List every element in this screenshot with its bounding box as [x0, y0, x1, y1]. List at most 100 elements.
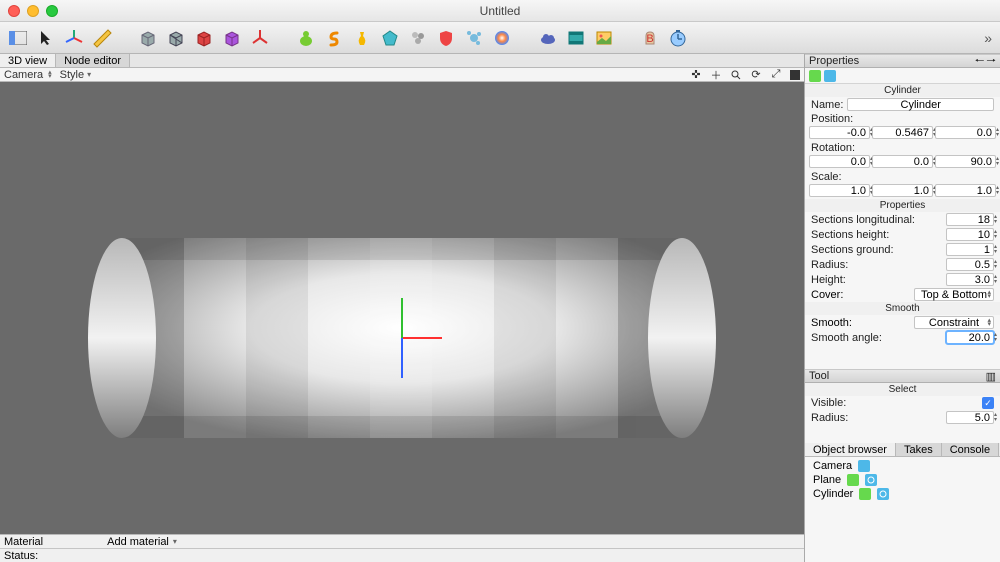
stepper-icon[interactable]: ▴▾ — [994, 259, 1000, 270]
scale-y[interactable]: 1.0▴▾ — [872, 184, 933, 197]
toolbar-overflow-icon[interactable]: » — [984, 30, 992, 46]
style-dropdown[interactable]: Style▾ — [60, 69, 91, 81]
tab-takes[interactable]: Takes — [896, 443, 942, 456]
stepper-icon[interactable]: ▴▾ — [994, 229, 1000, 240]
cloud-blue-icon[interactable] — [536, 26, 560, 50]
cover-label: Cover: — [811, 289, 910, 301]
stepper-icon[interactable]: ▴▾ — [994, 274, 1000, 285]
cube-purple-icon[interactable] — [220, 26, 244, 50]
mesh-mode-icon[interactable] — [824, 70, 836, 82]
sidebar-toggle-icon[interactable] — [6, 26, 30, 50]
smooth-select[interactable]: Constraint▴▾ — [914, 316, 994, 329]
shield-red-icon[interactable] — [434, 26, 458, 50]
object-name: Plane — [813, 474, 841, 486]
tool-radius-field[interactable]: 5.0▴▾ — [946, 411, 994, 424]
rotation-z[interactable]: 90.0▴▾ — [935, 155, 996, 168]
gem-teal-icon[interactable] — [378, 26, 402, 50]
position-z[interactable]: 0.0▴▾ — [935, 126, 996, 139]
nav-back-icon[interactable]: 🠐 — [975, 52, 985, 71]
axis-tool-icon[interactable] — [62, 26, 86, 50]
tab-3d-view[interactable]: 3D view — [0, 54, 56, 67]
picture-icon[interactable] — [592, 26, 616, 50]
stepper-icon[interactable]: ▴▾ — [994, 412, 1000, 423]
stepper-icon[interactable]: ▴▾ — [994, 332, 1000, 343]
magnify-icon[interactable] — [730, 69, 742, 81]
name-field[interactable]: Cylinder — [847, 98, 994, 111]
ruler-mini-icon[interactable]: ▥ — [986, 370, 996, 383]
camera-dropdown[interactable]: Camera▴▾ — [4, 69, 52, 81]
expand-icon[interactable]: ⤢ — [770, 69, 782, 81]
solid-square-icon[interactable] — [790, 70, 800, 80]
s-orange-icon[interactable] — [322, 26, 346, 50]
updown-icon: ▴▾ — [987, 291, 991, 299]
target-icon[interactable]: ✜ — [690, 69, 702, 81]
object-color-icon — [847, 474, 859, 486]
cube-gray-icon[interactable] — [136, 26, 160, 50]
chevron-down-icon: ▾ — [87, 70, 91, 79]
select-tool-icon[interactable] — [34, 26, 58, 50]
object-name: Cylinder — [813, 488, 853, 500]
ruler-tool-icon[interactable] — [90, 26, 114, 50]
plus-icon[interactable]: ＋ — [710, 69, 722, 81]
rotate-icon[interactable]: ⟳ — [750, 69, 762, 81]
smooth-title: Smooth — [805, 302, 1000, 315]
list-item[interactable]: Plane — [805, 473, 1000, 487]
position-x[interactable]: -0.0▴▾ — [809, 126, 870, 139]
browser-tabs: Object browser Takes Console — [805, 443, 1000, 457]
tool-radius-label: Radius: — [811, 412, 942, 424]
vase-yellow-icon[interactable] — [350, 26, 374, 50]
stepper-icon[interactable]: ▴▾ — [996, 156, 1000, 167]
sections-ground-label: Sections ground: — [811, 244, 942, 256]
list-item[interactable]: Camera — [805, 459, 1000, 473]
film-icon[interactable] — [564, 26, 588, 50]
rotation-y[interactable]: 0.0▴▾ — [872, 155, 933, 168]
position-label: Position: — [811, 113, 853, 125]
object-type-title: Cylinder — [805, 84, 1000, 97]
material-label: Material — [4, 536, 43, 548]
visible-label: Visible: — [811, 397, 978, 409]
sections-ground-field[interactable]: 1▴▾ — [946, 243, 994, 256]
molecule-blue-icon[interactable] — [462, 26, 486, 50]
scale-z[interactable]: 1.0▴▾ — [935, 184, 996, 197]
status-label: Status: — [4, 550, 38, 562]
sections-height-field[interactable]: 10▴▾ — [946, 228, 994, 241]
object-mode-icon[interactable] — [809, 70, 821, 82]
radius-label: Radius: — [811, 259, 942, 271]
material-bar: Material Add material▾ — [0, 534, 804, 548]
axes-red-icon[interactable] — [248, 26, 272, 50]
rotation-label: Rotation: — [811, 142, 855, 154]
position-y[interactable]: 0.5467▴▾ — [872, 126, 933, 139]
cube-wire-icon[interactable] — [164, 26, 188, 50]
properties-header: Properties 🠐🠒 — [805, 54, 1000, 68]
nav-fwd-icon[interactable]: 🠒 — [986, 52, 996, 71]
stepper-icon[interactable]: ▴▾ — [994, 214, 1000, 225]
stepper-icon[interactable]: ▴▾ — [994, 244, 1000, 255]
rotation-x[interactable]: 0.0▴▾ — [809, 155, 870, 168]
list-item[interactable]: Cylinder — [805, 487, 1000, 501]
stepper-icon[interactable]: ▴▾ — [996, 185, 1000, 196]
smooth-angle-field[interactable]: 20.0▴▾ — [946, 331, 994, 344]
blob-green-icon[interactable] — [294, 26, 318, 50]
spheres-icon[interactable] — [406, 26, 430, 50]
cube-red-icon[interactable] — [192, 26, 216, 50]
timer-icon[interactable] — [666, 26, 690, 50]
tab-node-editor[interactable]: Node editor — [56, 54, 130, 67]
cover-select[interactable]: Top & Bottom▴▾ — [914, 288, 994, 301]
updown-icon: ▴▾ — [48, 71, 52, 79]
height-field[interactable]: 3.0▴▾ — [946, 273, 994, 286]
add-material-dropdown[interactable]: Add material▾ — [107, 536, 177, 548]
stepper-icon[interactable]: ▴▾ — [996, 127, 1000, 138]
radius-field[interactable]: 0.5▴▾ — [946, 258, 994, 271]
window-titlebar: Untitled — [0, 0, 1000, 22]
scale-x[interactable]: 1.0▴▾ — [809, 184, 870, 197]
rotation-fields: 0.0▴▾ 0.0▴▾ 90.0▴▾ — [805, 155, 1000, 170]
properties-sub-title: Properties — [805, 199, 1000, 212]
tab-console[interactable]: Console — [942, 443, 999, 456]
sections-long-field[interactable]: 18▴▾ — [946, 213, 994, 226]
tab-object-browser[interactable]: Object browser — [805, 443, 896, 456]
visible-checkbox[interactable]: ✓ — [982, 397, 994, 409]
viewport-3d[interactable] — [0, 82, 804, 534]
sphere-rainbow-icon[interactable] — [490, 26, 514, 50]
name-label: Name: — [811, 99, 843, 111]
bake-icon[interactable]: B — [638, 26, 662, 50]
